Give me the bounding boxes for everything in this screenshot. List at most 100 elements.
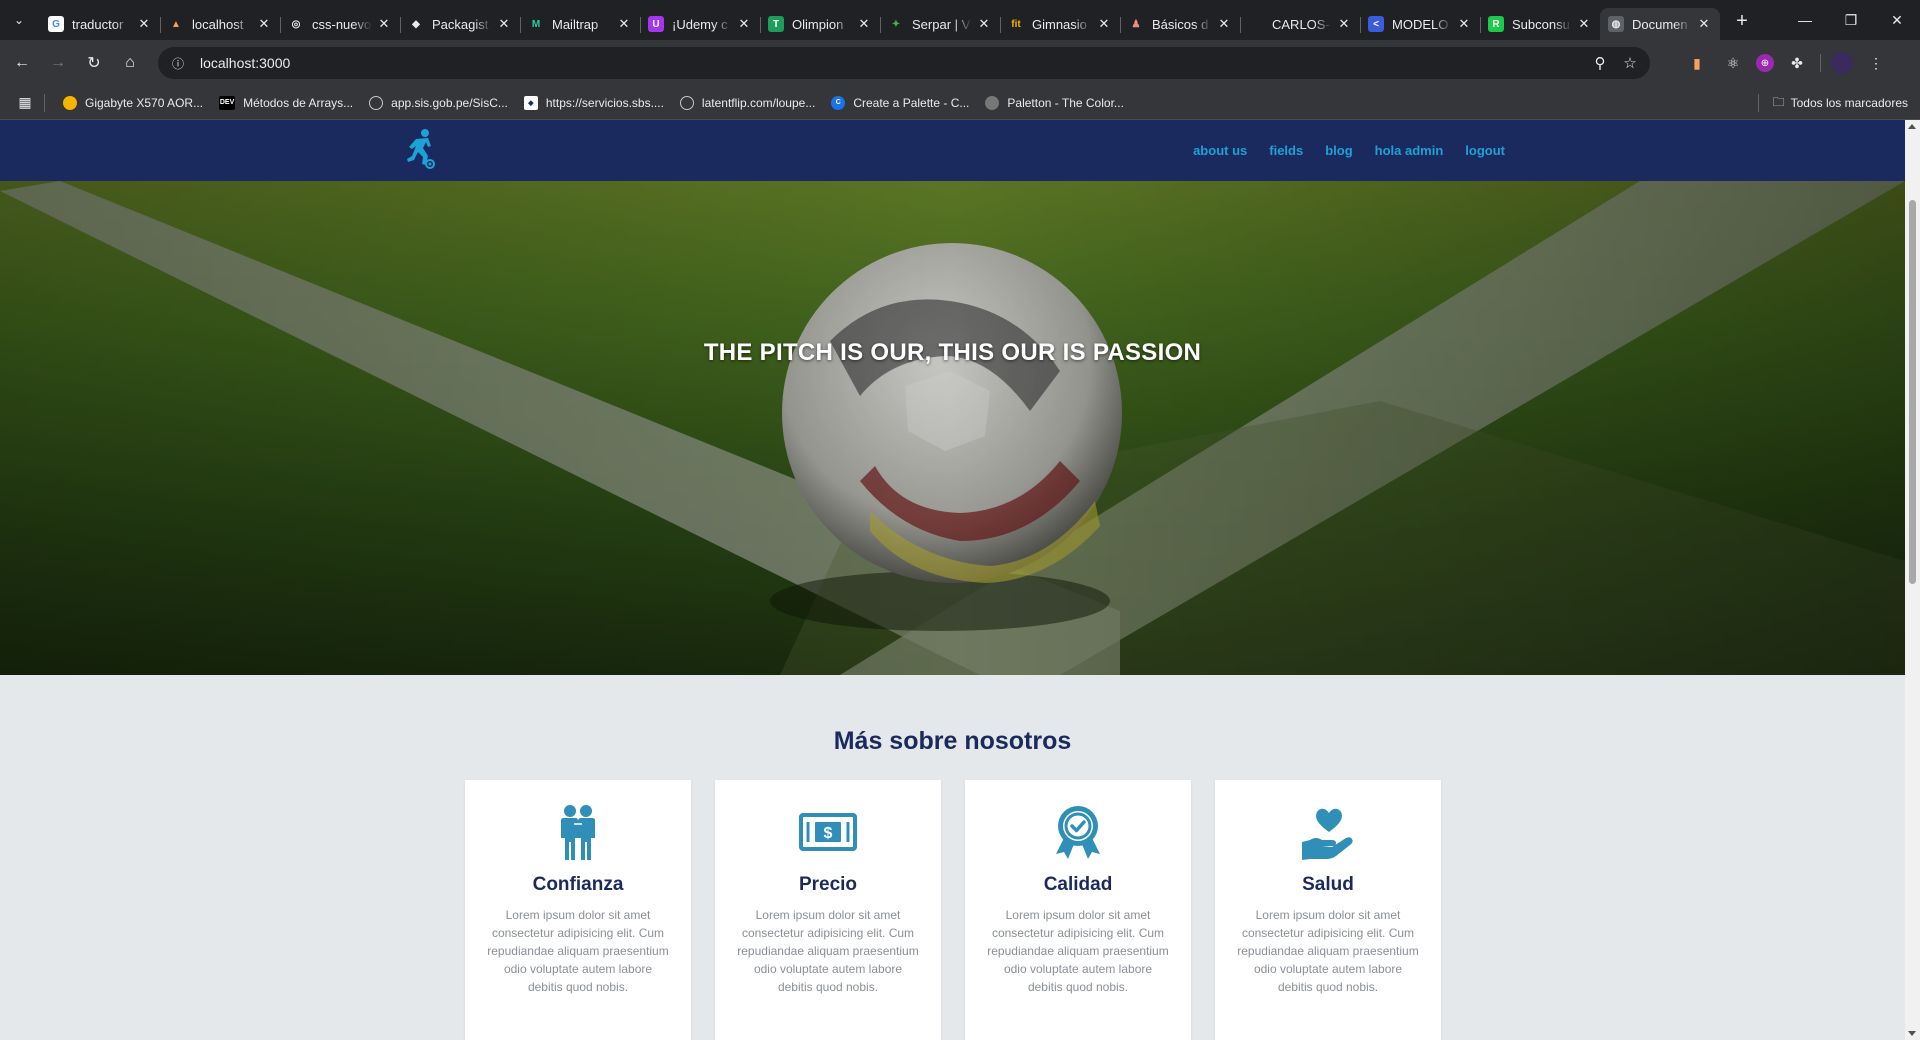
zoom-icon[interactable]: ⚲ xyxy=(1588,51,1612,75)
bookmark-item[interactable]: Paletton - The Color... xyxy=(977,89,1132,117)
address-bar[interactable]: ⓘ localhost:3000 ⚲ ☆ xyxy=(158,47,1650,79)
nav-logout[interactable]: logout xyxy=(1465,143,1505,158)
tab-close-icon[interactable]: ✕ xyxy=(1096,16,1112,32)
react-devtools-icon[interactable]: ⚛ xyxy=(1720,50,1746,76)
scrollbar-thumb[interactable] xyxy=(1909,200,1916,584)
browser-tab-active[interactable]: ◍ Documen ✕ xyxy=(1600,8,1720,40)
forward-icon[interactable]: → xyxy=(42,47,74,79)
extension-icon[interactable]: ⊕ xyxy=(1756,54,1774,72)
tab-close-icon[interactable]: ✕ xyxy=(1336,16,1352,32)
tab-favicon-icon: ◍ xyxy=(1608,16,1624,32)
tab-search-icon[interactable]: ⌄ xyxy=(6,7,32,33)
globe-icon xyxy=(679,95,694,110)
tab-close-icon[interactable]: ✕ xyxy=(1456,16,1472,32)
heart-hand-icon xyxy=(1302,808,1353,860)
browser-tab[interactable]: ▲ localhost ✕ xyxy=(160,8,280,40)
bookmark-item[interactable]: Gigabyte X570 AOR... xyxy=(55,89,211,117)
browser-tab[interactable]: U ¡Udemy c ✕ xyxy=(640,8,760,40)
tab-favicon-icon: ◆ xyxy=(408,16,424,32)
tab-strip: ⌄ Gtraductor ✕ ▲ localhost ✕ ◎ css-nuevo ✕ ◆ P… xyxy=(0,0,1920,40)
scroll-down-icon[interactable] xyxy=(1908,1031,1916,1036)
feature-card-calidad: Calidad Lorem ipsum dolor sit amet conse… xyxy=(965,780,1191,1040)
globe-icon xyxy=(369,95,384,110)
svg-text:$: $ xyxy=(824,825,833,842)
nav-blog[interactable]: blog xyxy=(1325,143,1352,158)
bookmark-star-icon[interactable]: ☆ xyxy=(1618,51,1642,75)
soccer-player-logo-icon[interactable] xyxy=(404,128,436,170)
window-controls: — ❐ ✕ xyxy=(1782,0,1920,40)
url-text[interactable]: localhost:3000 xyxy=(200,55,290,71)
tab-close-icon[interactable]: ✕ xyxy=(376,16,392,32)
tab-favicon-icon xyxy=(1248,16,1264,32)
browser-tab[interactable]: M Mailtrap ✕ xyxy=(520,8,640,40)
tab-title: Olimpion xyxy=(792,16,844,32)
home-icon[interactable]: ⌂ xyxy=(114,47,146,79)
browser-tab[interactable]: Gtraductor ✕ xyxy=(40,8,160,40)
bookmark-favicon-icon xyxy=(63,95,77,110)
money-icon: $ xyxy=(799,813,857,851)
puzzle-icon[interactable]: ✤ xyxy=(1784,50,1810,76)
nav-about-us[interactable]: about us xyxy=(1193,143,1247,158)
minimize-icon[interactable]: — xyxy=(1782,0,1828,40)
tab-close-icon[interactable]: ✕ xyxy=(1696,16,1712,32)
tab-close-icon[interactable]: ✕ xyxy=(1576,16,1592,32)
tab-favicon-icon: U xyxy=(648,16,664,32)
extension-icon[interactable]: ▮ xyxy=(1684,50,1710,76)
site-info-icon[interactable]: ⓘ xyxy=(166,51,190,75)
tab-title: Documen xyxy=(1632,16,1688,32)
card-text: Lorem ipsum dolor sit amet consectetur a… xyxy=(487,908,669,994)
tab-title: ¡Udemy c xyxy=(672,16,728,32)
feature-card-salud: Salud Lorem ipsum dolor sit amet consect… xyxy=(1215,780,1441,1040)
feature-card-precio: $ Precio Lorem ipsum dolor sit amet cons… xyxy=(715,780,941,1040)
bookmark-item[interactable]: latentflip.com/loupe... xyxy=(672,89,823,117)
tab-favicon-icon: R xyxy=(1488,16,1504,32)
browser-tab[interactable]: R Subconsu ✕ xyxy=(1480,8,1600,40)
tab-favicon-icon: M xyxy=(528,16,544,32)
browser-tab[interactable]: ◎ css-nuevo ✕ xyxy=(280,8,400,40)
tab-favicon-icon: < xyxy=(1368,16,1384,32)
bookmark-item[interactable]: C Create a Palette - C... xyxy=(823,89,977,117)
browser-tab[interactable]: ✦ Serpar | V ✕ xyxy=(880,8,1000,40)
browser-tab[interactable]: < MODELO ✕ xyxy=(1360,8,1480,40)
tab-close-icon[interactable]: ✕ xyxy=(976,16,992,32)
new-tab-button[interactable]: + xyxy=(1728,7,1756,35)
all-bookmarks[interactable]: 🗀 Todos los marcadores xyxy=(1757,89,1908,117)
tab-close-icon[interactable]: ✕ xyxy=(256,16,272,32)
bookmark-item[interactable]: app.sis.gob.pe/SisC... xyxy=(361,89,516,117)
tab-title: Serpar | V xyxy=(912,16,971,32)
bookmark-favicon-icon xyxy=(985,95,1000,110)
tab-close-icon[interactable]: ✕ xyxy=(136,16,152,32)
back-icon[interactable]: ← xyxy=(6,47,38,79)
bookmark-item[interactable]: DEV Métodos de Arrays... xyxy=(211,89,361,117)
browser-tab[interactable]: T Olimpion ✕ xyxy=(760,8,880,40)
browser-tab[interactable]: fit Gimnasio ✕ xyxy=(1000,8,1120,40)
hero-banner: THE PITCH IS OUR, THIS OUR IS PASSION xyxy=(0,181,1905,675)
page-scrollbar[interactable] xyxy=(1905,120,1920,1040)
close-window-icon[interactable]: ✕ xyxy=(1874,0,1920,40)
browser-tab[interactable]: ◆ Packagist ✕ xyxy=(400,8,520,40)
about-section: Más sobre nosotros Confianza Lorem ipsum… xyxy=(0,675,1905,1040)
tab-close-icon[interactable]: ✕ xyxy=(856,16,872,32)
tab-close-icon[interactable]: ✕ xyxy=(736,16,752,32)
bookmark-item[interactable]: ◆ https://servicios.sbs.... xyxy=(516,89,672,117)
tab-close-icon[interactable]: ✕ xyxy=(496,16,512,32)
menu-kebab-icon[interactable]: ⋮ xyxy=(1863,50,1889,76)
soccer-ball-pitch-image xyxy=(0,181,1905,675)
restore-icon[interactable]: ❐ xyxy=(1828,0,1874,40)
reload-icon[interactable]: ↻ xyxy=(78,47,110,79)
bookmark-label: Paletton - The Color... xyxy=(1007,95,1124,110)
browser-tab[interactable]: ♟ Básicos d ✕ xyxy=(1120,8,1240,40)
bookmark-label: latentflip.com/loupe... xyxy=(701,95,816,110)
about-title: Más sobre nosotros xyxy=(833,727,1072,755)
tab-close-icon[interactable]: ✕ xyxy=(1216,16,1232,32)
tab-close-icon[interactable]: ✕ xyxy=(616,16,632,32)
nav-fields[interactable]: fields xyxy=(1269,143,1303,158)
separator xyxy=(44,93,45,112)
profile-avatar[interactable] xyxy=(1831,52,1853,74)
apps-grid-icon[interactable]: ▦ xyxy=(10,89,40,117)
tab-title: css-nuevo xyxy=(312,16,372,32)
tab-list: Gtraductor ✕ ▲ localhost ✕ ◎ css-nuevo ✕ ◆ Pac… xyxy=(40,0,1756,40)
nav-hola-admin[interactable]: hola admin xyxy=(1375,143,1444,158)
scroll-up-icon[interactable] xyxy=(1908,124,1916,129)
browser-tab[interactable]: CARLOS- ✕ xyxy=(1240,8,1360,40)
